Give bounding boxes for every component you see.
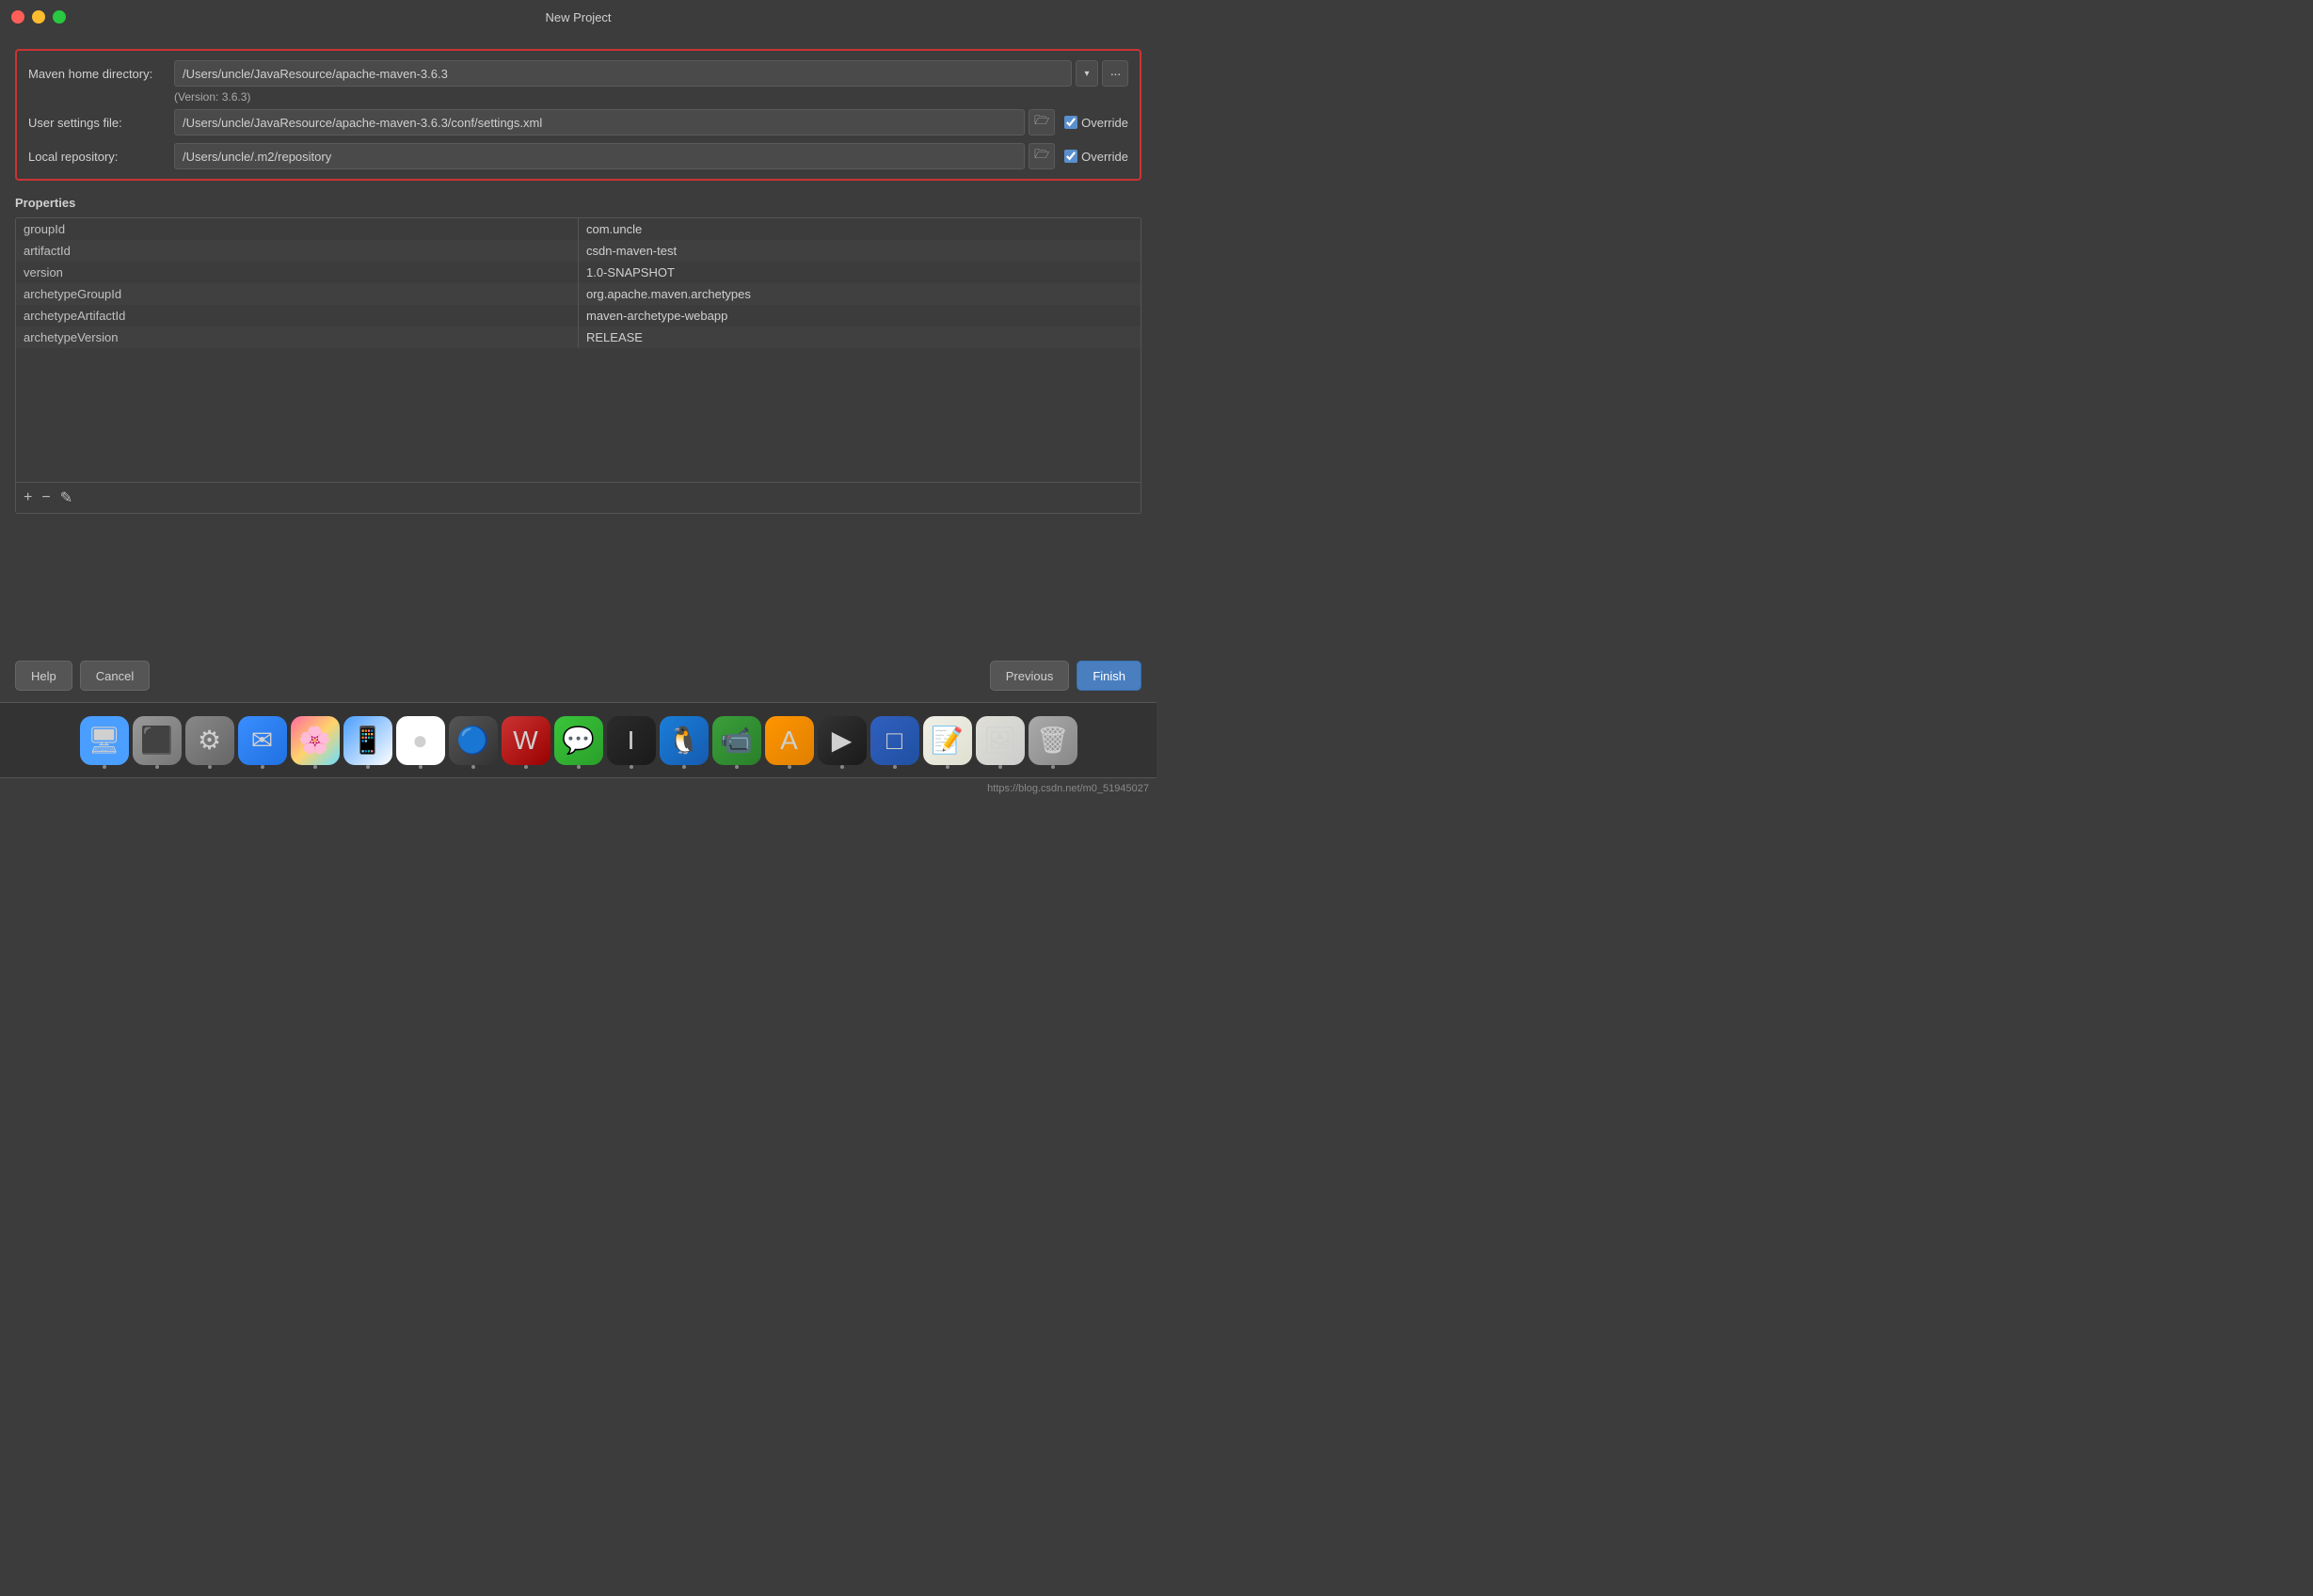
dock-item-pocketsx[interactable]: 📱 (343, 716, 392, 765)
maven-home-input-group: ▾ ··· (174, 60, 1128, 87)
settings-file-label: User settings file: (28, 116, 174, 130)
local-repo-override-checkbox[interactable] (1064, 150, 1077, 163)
settings-file-input-group: 🗁 Override (174, 109, 1128, 136)
dock-item-chrome[interactable]: ● (396, 716, 445, 765)
macos-dock: 🖥⬛⚙✉🌸📱●🔵W💬I🐧📹A▶□📝🖼🗑 (0, 702, 1156, 777)
dock-item-mail[interactable]: ✉ (238, 716, 287, 765)
prop-value: RELEASE (579, 327, 1141, 348)
table-row[interactable]: archetypeArtifactId maven-archetype-weba… (16, 305, 1141, 327)
properties-section: Properties groupId com.uncle artifactId … (15, 196, 1141, 514)
window-controls (11, 10, 66, 24)
footer-right: Previous Finish (990, 661, 1141, 691)
local-repo-input[interactable] (174, 143, 1025, 169)
dock-item-qq[interactable]: 🐧 (660, 716, 709, 765)
local-repo-label: Local repository: (28, 150, 174, 164)
dock-item-launchpad[interactable]: ⬛ (133, 716, 182, 765)
maven-home-row: Maven home directory: ▾ ··· (28, 60, 1128, 87)
maven-home-dropdown-button[interactable]: ▾ (1076, 60, 1098, 87)
dock-item-virtualbox[interactable]: □ (870, 716, 919, 765)
new-project-dialog: New Project Maven home directory: ▾ ··· … (0, 0, 1156, 798)
settings-override-label: Override (1081, 116, 1128, 130)
title-bar: New Project (0, 0, 1156, 34)
properties-toolbar: + − ✎ (16, 482, 1141, 513)
status-bar: https://blog.csdn.net/m0_51945027 (0, 777, 1156, 798)
minimize-button[interactable] (32, 10, 45, 24)
settings-file-input[interactable] (174, 109, 1025, 136)
settings-override-group: Override (1064, 116, 1128, 130)
prop-key: artifactId (16, 240, 579, 262)
dock-item-dictionary[interactable]: A (765, 716, 814, 765)
settings-override-checkbox[interactable] (1064, 116, 1077, 129)
dock-item-wps[interactable]: W (502, 716, 550, 765)
footer-left: Help Cancel (15, 661, 150, 691)
maven-home-more-button[interactable]: ··· (1102, 60, 1128, 87)
maven-home-input[interactable] (174, 60, 1072, 87)
dock-item-screenx[interactable]: ▶ (818, 716, 867, 765)
dock-item-navicat[interactable]: 🔵 (449, 716, 498, 765)
dock-item-preview[interactable]: 🖼 (976, 716, 1025, 765)
close-button[interactable] (11, 10, 24, 24)
prop-value: com.uncle (579, 218, 1141, 240)
local-repo-folder-button[interactable]: 🗁 (1029, 143, 1055, 169)
settings-folder-button[interactable]: 🗁 (1029, 109, 1055, 136)
dock-item-system-preferences[interactable]: ⚙ (185, 716, 234, 765)
properties-title: Properties (15, 196, 1141, 210)
prop-key: archetypeGroupId (16, 283, 579, 305)
maven-version-hint: (Version: 3.6.3) (174, 90, 1128, 104)
dock-item-textedit[interactable]: 📝 (923, 716, 972, 765)
properties-table: groupId com.uncle artifactId csdn-maven-… (16, 218, 1141, 348)
prop-key: archetypeVersion (16, 327, 579, 348)
dock-item-photos[interactable]: 🌸 (291, 716, 340, 765)
maximize-button[interactable] (53, 10, 66, 24)
dock-item-finder[interactable]: 🖥 (80, 716, 129, 765)
help-button[interactable]: Help (15, 661, 72, 691)
dock-item-facetime[interactable]: 📹 (712, 716, 761, 765)
content-area: Maven home directory: ▾ ··· (Version: 3.… (0, 34, 1156, 649)
local-repo-override-label: Override (1081, 150, 1128, 164)
settings-file-row: User settings file: 🗁 Override (28, 109, 1128, 136)
properties-area: groupId com.uncle artifactId csdn-maven-… (15, 217, 1141, 514)
dock-item-trash[interactable]: 🗑 (1029, 716, 1077, 765)
dock-item-idea[interactable]: I (607, 716, 656, 765)
local-repo-override-group: Override (1064, 150, 1128, 164)
prop-key: groupId (16, 218, 579, 240)
local-repo-row: Local repository: 🗁 Override (28, 143, 1128, 169)
prop-value: maven-archetype-webapp (579, 305, 1141, 327)
prop-key: archetypeArtifactId (16, 305, 579, 327)
properties-table-container: groupId com.uncle artifactId csdn-maven-… (16, 218, 1141, 482)
remove-property-button[interactable]: − (40, 488, 52, 507)
table-row[interactable]: archetypeVersion RELEASE (16, 327, 1141, 348)
finish-button[interactable]: Finish (1077, 661, 1141, 691)
dialog-title: New Project (545, 10, 611, 24)
table-row[interactable]: archetypeGroupId org.apache.maven.archet… (16, 283, 1141, 305)
maven-home-label: Maven home directory: (28, 67, 174, 81)
add-property-button[interactable]: + (22, 488, 34, 507)
edit-property-button[interactable]: ✎ (58, 488, 74, 507)
prop-value: org.apache.maven.archetypes (579, 283, 1141, 305)
maven-config-section: Maven home directory: ▾ ··· (Version: 3.… (15, 49, 1141, 181)
cancel-button[interactable]: Cancel (80, 661, 150, 691)
table-row[interactable]: groupId com.uncle (16, 218, 1141, 240)
previous-button[interactable]: Previous (990, 661, 1070, 691)
prop-value: csdn-maven-test (579, 240, 1141, 262)
local-repo-input-group: 🗁 Override (174, 143, 1128, 169)
prop-value: 1.0-SNAPSHOT (579, 262, 1141, 283)
dock-item-wechat[interactable]: 💬 (554, 716, 603, 765)
table-row[interactable]: artifactId csdn-maven-test (16, 240, 1141, 262)
prop-key: version (16, 262, 579, 283)
dialog-footer: Help Cancel Previous Finish (0, 649, 1156, 702)
table-row[interactable]: version 1.0-SNAPSHOT (16, 262, 1141, 283)
status-url: https://blog.csdn.net/m0_51945027 (987, 783, 1149, 794)
